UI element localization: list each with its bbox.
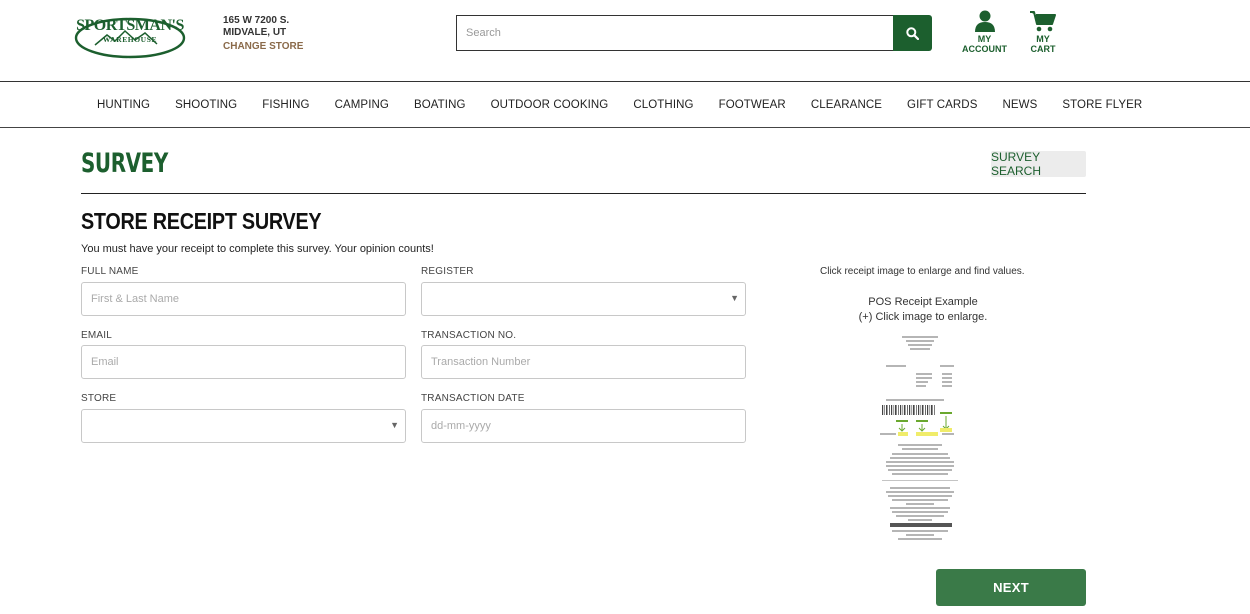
my-account-button[interactable]: MY ACCOUNT xyxy=(962,10,1007,54)
transaction-no-input[interactable] xyxy=(421,345,746,379)
nav-item-hunting[interactable]: HUNTING xyxy=(97,99,150,111)
cart-icon xyxy=(1030,11,1056,32)
receipt-hint: Click receipt image to enlarge and find … xyxy=(820,266,1025,277)
store-address-line1: 165 W 7200 S. xyxy=(223,15,290,26)
transaction-no-label: TRANSACTION NO. xyxy=(421,330,517,341)
my-cart-button[interactable]: MY CART xyxy=(1029,10,1057,54)
search-icon xyxy=(906,26,919,40)
pos-receipt-example-image[interactable] xyxy=(876,332,964,548)
nav-item-outdoor-cooking[interactable]: OUTDOOR COOKING xyxy=(491,99,609,111)
my-account-line2: ACCOUNT xyxy=(962,44,1007,54)
form-description: You must have your receipt to complete t… xyxy=(81,243,434,255)
main-nav: HUNTING SHOOTING FISHING CAMPING BOATING… xyxy=(0,82,1250,127)
title-divider xyxy=(81,193,1086,194)
nav-item-fishing[interactable]: FISHING xyxy=(262,99,309,111)
nav-item-news[interactable]: NEWS xyxy=(1002,99,1037,111)
caret-down-icon: ▼ xyxy=(390,420,399,430)
my-cart-line1: MY xyxy=(1036,34,1050,44)
nav-list: HUNTING SHOOTING FISHING CAMPING BOATING… xyxy=(97,82,1167,127)
caret-down-icon: ▼ xyxy=(730,293,739,303)
pos-receipt-caption: POS Receipt Example (+) Click image to e… xyxy=(790,295,1056,325)
logo-text-top: SPORTSMAN'S xyxy=(76,17,184,34)
full-name-input[interactable] xyxy=(81,282,406,316)
email-input[interactable] xyxy=(81,345,406,379)
my-cart-line2: CART xyxy=(1030,44,1056,54)
store-info: 165 W 7200 S. MIDVALE, UT CHANGE STORE xyxy=(223,15,303,53)
full-name-label: FULL NAME xyxy=(81,266,139,277)
pos-receipt-title: POS Receipt Example xyxy=(868,296,978,308)
change-store-link[interactable]: CHANGE STORE xyxy=(223,41,303,53)
my-account-line1: MY xyxy=(977,34,992,44)
person-icon xyxy=(974,10,995,32)
transaction-date-input[interactable] xyxy=(421,409,746,443)
email-label: EMAIL xyxy=(81,330,113,341)
site-header: SPORTSMAN'S WAREHOUSE 165 W 7200 S. MIDV… xyxy=(0,0,1250,82)
nav-item-clearance[interactable]: CLEARANCE xyxy=(811,99,882,111)
nav-item-clothing[interactable]: CLOTHING xyxy=(633,99,693,111)
search-bar xyxy=(456,15,932,51)
nav-item-gift-cards[interactable]: GIFT CARDS xyxy=(907,99,977,111)
transaction-date-label: TRANSACTION DATE xyxy=(421,393,525,404)
nav-item-shooting[interactable]: SHOOTING xyxy=(175,99,237,111)
next-button[interactable]: NEXT xyxy=(936,569,1086,606)
form-title: STORE RECEIPT SURVEY xyxy=(81,208,322,234)
survey-search-button[interactable]: SURVEY SEARCH xyxy=(991,150,1086,178)
search-button[interactable] xyxy=(893,15,932,51)
store-select[interactable]: ▼ xyxy=(81,409,406,443)
page-title: SURVEY xyxy=(81,148,168,179)
nav-divider xyxy=(0,127,1250,128)
store-label: STORE xyxy=(81,393,117,404)
pos-receipt-subtitle: (+) Click image to enlarge. xyxy=(858,311,988,323)
store-address-line2: MIDVALE, UT xyxy=(223,27,287,38)
nav-item-boating[interactable]: BOATING xyxy=(414,99,466,111)
nav-item-footwear[interactable]: FOOTWEAR xyxy=(719,99,786,111)
register-select[interactable]: ▼ xyxy=(421,282,746,316)
logo-text-bottom: WAREHOUSE xyxy=(103,35,157,44)
search-input[interactable] xyxy=(456,15,893,51)
register-label: REGISTER xyxy=(421,266,474,277)
nav-item-camping[interactable]: CAMPING xyxy=(335,99,389,111)
nav-item-store-flyer[interactable]: STORE FLYER xyxy=(1062,99,1142,111)
sportsmans-warehouse-logo[interactable]: SPORTSMAN'S WAREHOUSE xyxy=(73,11,187,59)
